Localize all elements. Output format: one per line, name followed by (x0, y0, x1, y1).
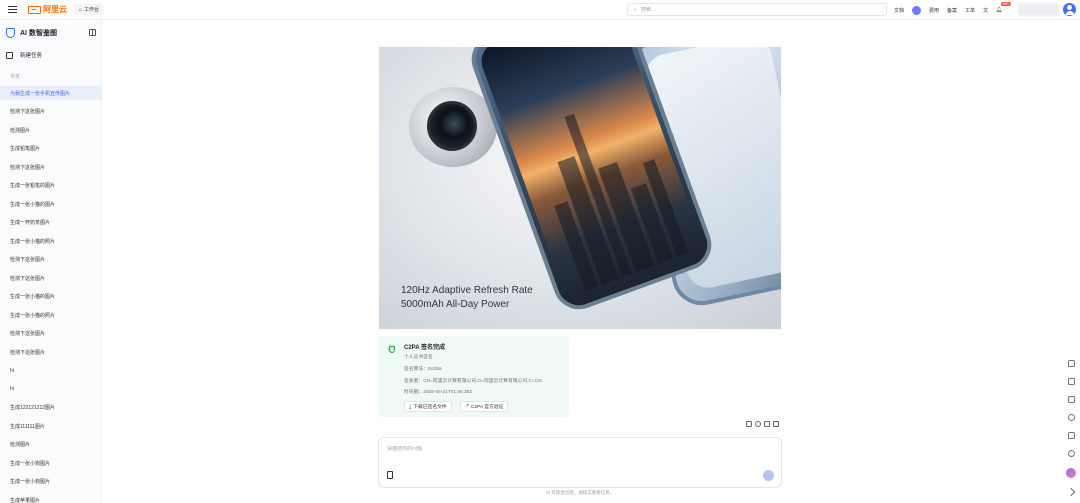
c2pa-subtitle: 个人证书签名 (404, 355, 433, 360)
sidebar-history-item[interactable]: 生成一张小狗图片 (0, 456, 101, 470)
sidebar-history-item[interactable]: 生成一张小猫的图片 (0, 197, 101, 211)
notification-bell[interactable]: 🔔︎ 99+ (996, 2, 1012, 13)
shield-logo-icon (6, 28, 15, 38)
verify-label: C2PA 官方验证 (471, 405, 504, 410)
shield-check-icon (387, 344, 395, 353)
bell-icon: 🔔︎ (996, 7, 1003, 13)
download-signed-file-button[interactable]: ⤓ 下载已签名文件 (404, 401, 452, 412)
image-caption-line2: 5000mAh All-Day Power (401, 299, 510, 310)
sidebar-history-item[interactable]: 检测图片 (0, 438, 101, 452)
generated-image[interactable]: 120Hz Adaptive Refresh Rate 5000mAh All-… (379, 47, 781, 329)
sidebar-history-item[interactable]: 检测下这张图片 (0, 345, 101, 359)
thumbs-up-icon[interactable] (764, 421, 770, 427)
notes-icon[interactable] (1067, 360, 1075, 367)
sidebar-history-item[interactable]: 为我生成一张手机宣传图片 (0, 86, 101, 100)
chat-input-box (378, 437, 782, 488)
sidebar-history-item[interactable]: 检测下这张图片 (0, 271, 101, 285)
sidebar-history-item[interactable]: hi (0, 382, 101, 396)
sidebar-history-item[interactable]: 生成铅笔图片 (0, 142, 101, 156)
right-tool-rail (1066, 360, 1076, 497)
external-link-icon: ↗ (465, 404, 470, 409)
top-search-input[interactable]: ⌕ 搜索... (627, 3, 887, 16)
chat-input[interactable] (387, 446, 767, 452)
avatar[interactable] (1063, 3, 1076, 16)
top-link-billing[interactable]: 费用 (929, 7, 939, 14)
c2pa-algorithm: 签名算法：Es256 (404, 367, 442, 372)
section-today: 今天 (10, 74, 21, 80)
sidebar-history-item[interactable]: 生成一张小猫的照片 (0, 234, 101, 248)
search-placeholder: 搜索... (640, 7, 655, 13)
chevron-right-icon[interactable] (1066, 487, 1076, 497)
sidebar-title: AI 数智鉴图 (20, 30, 57, 37)
camera-lens-graphic (427, 101, 477, 151)
c2pa-timestamp: 时间戳：2026-05-21T01:55:35Z (404, 390, 473, 395)
account-name-blurred[interactable] (1018, 3, 1060, 16)
disclaimer: AI 可能会出错，请核实重要信息。 (545, 490, 615, 495)
c2pa-verify-button[interactable]: ↗ C2PA 官方验证 (460, 401, 509, 412)
sidebar-history-item[interactable]: 生成一张铅笔的图片 (0, 179, 101, 193)
collapse-sidebar-icon[interactable] (89, 29, 96, 36)
sidebar-history-item[interactable]: 生成一张小猫的照片 (0, 308, 101, 322)
settings-icon[interactable] (1067, 414, 1075, 421)
home-icon: ⌂ (79, 6, 83, 13)
new-task-button[interactable]: 新建任务 (6, 51, 42, 59)
sidebar-history-item[interactable]: 生成一杯奶茶图片 (0, 216, 101, 230)
sidebar-history-item[interactable]: 检测图片 (0, 123, 101, 137)
aliyun-logo[interactable]: 阿里云 (28, 4, 67, 15)
workbench-button[interactable]: ⌂ 工作台 (75, 4, 104, 15)
sidebar-history-item[interactable]: 检测下这张图片 (0, 327, 101, 341)
document-icon[interactable] (1067, 378, 1075, 385)
sidebar-header: AI 数智鉴图 (6, 27, 98, 39)
sidebar-history-item[interactable]: 生成111111图片 (0, 419, 101, 433)
search-icon: ⌕ (634, 6, 637, 13)
message-actions (746, 421, 779, 427)
regenerate-icon[interactable] (755, 421, 761, 427)
attachment-icon[interactable] (387, 471, 393, 479)
new-task-label: 新建任务 (20, 53, 43, 59)
download-icon: ⤓ (409, 404, 412, 410)
sidebar-history-item[interactable]: 生成一张小狗图片 (0, 475, 101, 489)
copy-icon[interactable] (746, 421, 752, 427)
sidebar-history-item[interactable]: hi (0, 364, 101, 378)
download-label: 下载已签名文件 (413, 405, 447, 410)
c2pa-result-card: C2PA 签名完成 个人证书签名 签名算法：Es256 签发者：CN=阿里云计算… (379, 336, 569, 417)
top-links: 文档 费用 备案 工单 文 🔔︎ 99+ (894, 0, 1012, 20)
sidebar-history-item[interactable]: 检测下这张图片 (0, 160, 101, 174)
workbench-label: 工作台 (84, 7, 100, 13)
thumbs-down-icon[interactable] (773, 421, 779, 427)
top-link-docs[interactable]: 文档 (894, 7, 904, 14)
c2pa-issuer: 签发者：CN=阿里云计算有限公司,O=阿里云计算有限公司,C=CN (404, 379, 542, 384)
edit-icon (6, 51, 13, 59)
edit-icon[interactable] (1067, 432, 1075, 439)
ai-assistant-icon[interactable] (1066, 468, 1076, 478)
ai-assistant-icon[interactable] (912, 5, 922, 15)
image-caption-line1: 120Hz Adaptive Refresh Rate (401, 285, 533, 296)
support-icon[interactable] (1067, 450, 1075, 457)
sidebar-history-item[interactable]: 检测下这张图片 (0, 105, 101, 119)
c2pa-title: C2PA 签名完成 (404, 345, 446, 351)
logo-mark-icon (28, 5, 41, 14)
notification-badge: 99+ (1001, 2, 1012, 6)
sidebar-history-item[interactable]: 生成一张小猫的图片 (0, 290, 101, 304)
logo-text: 阿里云 (43, 5, 67, 14)
language-icon[interactable]: 文 (983, 7, 988, 14)
sidebar-history-item[interactable]: 检测下这张图片 (0, 253, 101, 267)
monitor-icon[interactable] (1067, 396, 1075, 403)
sidebar: AI 数智鉴图 新建任务 今天 为我生成一张手机宣传图片 检测下这张图片 检测图片生… (0, 20, 102, 503)
top-link-ticket[interactable]: 工单 (965, 7, 975, 14)
menu-icon[interactable] (2, 0, 22, 20)
send-button[interactable] (763, 470, 774, 481)
sidebar-history-item[interactable]: 生成122121212图片 (0, 401, 101, 415)
top-link-icp[interactable]: 备案 (947, 7, 957, 14)
